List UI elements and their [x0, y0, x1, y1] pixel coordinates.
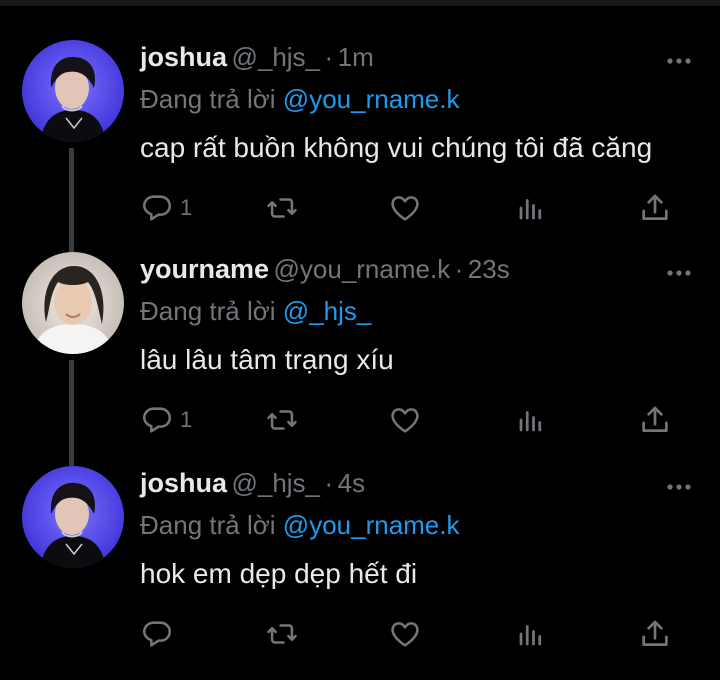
reply-mention-link[interactable]: @_hjs_	[283, 296, 372, 326]
like-icon	[391, 196, 419, 221]
analytics-button[interactable]	[516, 190, 546, 226]
like-icon	[391, 408, 419, 433]
replying-to-label: Đang trả lời	[140, 510, 276, 540]
tweet-header: yourname @you_rname.k · 23s	[140, 254, 660, 294]
like-button[interactable]	[388, 402, 422, 438]
tweet-1[interactable]: joshua @_hjs_ · 1m Đang trả lời @you_rna…	[0, 40, 720, 254]
share-button[interactable]	[638, 402, 672, 438]
retweet-icon	[267, 624, 297, 644]
tweet-actions	[140, 616, 680, 656]
timestamp[interactable]: 23s	[468, 254, 510, 284]
analytics-icon	[519, 625, 542, 646]
replying-to: Đang trả lời @you_rname.k	[140, 510, 460, 541]
tweet-actions: 1	[140, 402, 680, 442]
retweet-button[interactable]	[264, 190, 300, 226]
replying-to: Đang trả lời @you_rname.k	[140, 84, 460, 115]
tweet-text: cap rất buồn không vui chúng tôi đã căng	[140, 132, 653, 163]
user-handle[interactable]: @_hjs_	[231, 42, 320, 72]
reply-icon	[142, 195, 172, 221]
reply-mention-link[interactable]: @you_rname.k	[283, 510, 460, 540]
reply-mention-link[interactable]: @you_rname.k	[283, 84, 460, 114]
separator-dot: ·	[324, 468, 334, 498]
reply-icon	[142, 407, 172, 433]
like-button[interactable]	[388, 616, 422, 652]
share-icon	[642, 194, 668, 220]
timestamp[interactable]: 4s	[338, 468, 365, 498]
retweet-button[interactable]	[264, 616, 300, 652]
thread-line	[69, 148, 74, 254]
reply-button[interactable]: 1	[140, 402, 192, 438]
tweet-3[interactable]: joshua @_hjs_ · 4s Đang trả lời @you_rna…	[0, 466, 720, 680]
share-icon	[642, 620, 668, 646]
retweet-button[interactable]	[264, 402, 300, 438]
analytics-icon	[519, 199, 542, 220]
tweet-text: lâu lâu tâm trạng xíu	[140, 344, 394, 375]
tweet-actions: 1	[140, 190, 680, 230]
replying-to-label: Đang trả lời	[140, 84, 276, 114]
share-icon	[642, 406, 668, 432]
reply-count: 1	[180, 407, 193, 432]
analytics-icon	[519, 411, 542, 432]
display-name[interactable]: joshua	[140, 468, 227, 498]
more-icon[interactable]	[666, 54, 692, 66]
like-button[interactable]	[388, 190, 422, 226]
analytics-button[interactable]	[516, 402, 546, 438]
user-handle[interactable]: @you_rname.k	[274, 254, 451, 284]
retweet-icon	[267, 410, 297, 430]
user-handle[interactable]: @_hjs_	[231, 468, 320, 498]
share-button[interactable]	[638, 190, 672, 226]
retweet-icon	[267, 198, 297, 218]
reply-button[interactable]	[140, 616, 180, 652]
timestamp[interactable]: 1m	[338, 42, 374, 72]
avatar[interactable]	[22, 252, 124, 354]
top-divider	[0, 0, 720, 6]
thread-line	[69, 360, 74, 466]
more-icon[interactable]	[666, 480, 692, 492]
separator-dot: ·	[324, 42, 334, 72]
like-icon	[391, 622, 419, 647]
avatar[interactable]	[22, 40, 124, 142]
more-icon[interactable]	[666, 266, 692, 278]
separator-dot: ·	[454, 254, 464, 284]
replying-to-label: Đang trả lời	[140, 296, 276, 326]
display-name[interactable]: yourname	[140, 254, 269, 284]
reply-count: 1	[180, 195, 193, 220]
tweet-header: joshua @_hjs_ · 1m	[140, 42, 660, 82]
tweet-text: hok em dẹp dẹp hết đi	[140, 558, 418, 589]
share-button[interactable]	[638, 616, 672, 652]
analytics-button[interactable]	[516, 616, 546, 652]
replying-to: Đang trả lời @_hjs_	[140, 296, 371, 327]
tweet-2[interactable]: yourname @you_rname.k · 23s Đang trả lời…	[0, 252, 720, 466]
reply-button[interactable]: 1	[140, 190, 192, 226]
tweet-header: joshua @_hjs_ · 4s	[140, 468, 660, 508]
avatar[interactable]	[22, 466, 124, 568]
reply-icon	[142, 621, 172, 647]
display-name[interactable]: joshua	[140, 42, 227, 72]
